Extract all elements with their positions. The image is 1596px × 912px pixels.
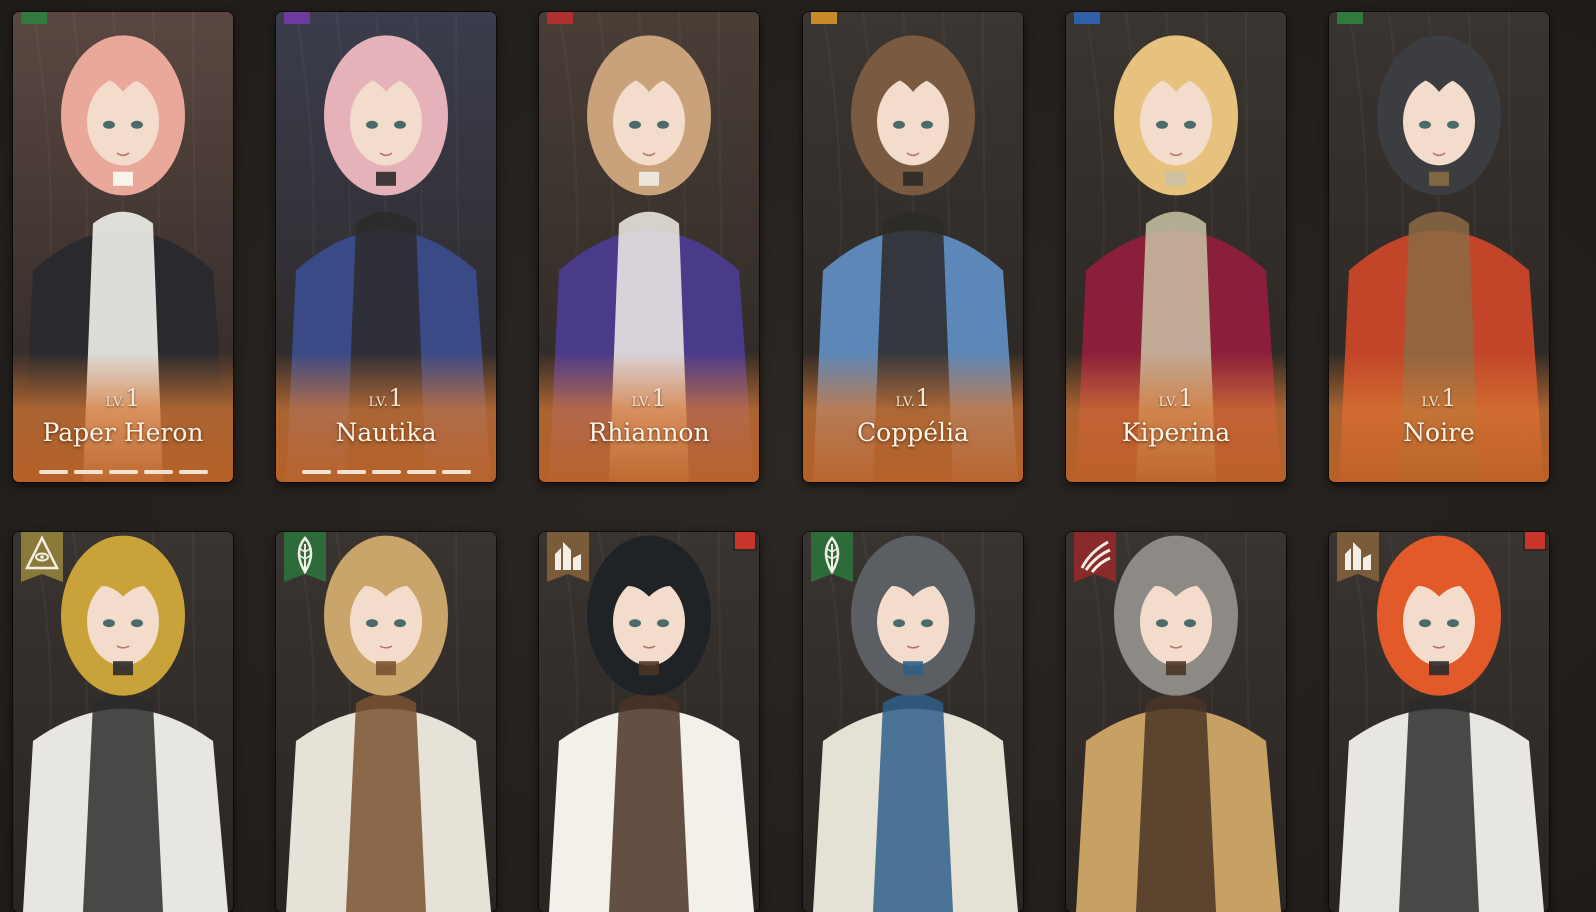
character-card[interactable]: [803, 532, 1023, 912]
card-gradient: [1066, 352, 1286, 482]
character-name: Noire: [1403, 418, 1475, 447]
element-flag-icon: [1337, 12, 1363, 24]
character-card[interactable]: LV.1 Noire: [1329, 12, 1549, 482]
leaf-icon: [284, 532, 326, 590]
leaf-icon: [811, 532, 853, 590]
level-label: LV.: [105, 395, 126, 410]
character-card[interactable]: LV.1 Coppélia: [803, 12, 1023, 482]
insight-pip: [442, 470, 471, 474]
insight-pip: [74, 470, 103, 474]
level-label: LV.: [368, 395, 389, 410]
element-flag-icon: [811, 12, 837, 24]
element-flag-icon: [547, 12, 573, 24]
insight-pip: [407, 470, 436, 474]
character-grid: LV.1 Paper Heron LV.1 Nautika LV.1 Rhiannon LV…: [0, 0, 1596, 912]
character-name: Rhiannon: [588, 418, 710, 447]
insight-pip: [372, 470, 401, 474]
character-name: Paper Heron: [42, 418, 204, 447]
level-display: LV.1: [539, 384, 759, 412]
character-card[interactable]: [1329, 532, 1549, 912]
level-value: 1: [1441, 384, 1457, 412]
new-indicator: [735, 532, 755, 549]
ruins-icon: [1337, 532, 1379, 590]
element-flag-icon: [1074, 12, 1100, 24]
level-label: LV.: [1158, 395, 1179, 410]
level-display: LV.1: [803, 384, 1023, 412]
character-card[interactable]: [276, 532, 496, 912]
character-card[interactable]: [1066, 532, 1286, 912]
insight-pip: [302, 470, 331, 474]
insight-pip: [337, 470, 366, 474]
card-gradient: [13, 352, 233, 482]
level-value: 1: [651, 384, 667, 412]
level-display: LV.1: [276, 384, 496, 412]
ruins-icon: [547, 532, 589, 590]
claw-icon: [1074, 532, 1116, 590]
new-indicator: [1525, 532, 1545, 549]
character-name: Coppélia: [857, 418, 969, 447]
character-card[interactable]: LV.1 Kiperina: [1066, 12, 1286, 482]
character-card[interactable]: LV.1 Paper Heron: [13, 12, 233, 482]
insight-pip: [39, 470, 68, 474]
insight-pip: [144, 470, 173, 474]
level-label: LV.: [895, 395, 916, 410]
level-value: 1: [915, 384, 931, 412]
level-label: LV.: [631, 395, 652, 410]
level-display: LV.1: [1066, 384, 1286, 412]
card-gradient: [803, 352, 1023, 482]
level-display: LV.1: [13, 384, 233, 412]
level-value: 1: [388, 384, 404, 412]
character-card[interactable]: [539, 532, 759, 912]
element-flag-icon: [21, 12, 47, 24]
character-card[interactable]: LV.1 Nautika: [276, 12, 496, 482]
insight-pip: [109, 470, 138, 474]
insight-pips: [302, 470, 471, 474]
eye-pyramid-icon: [21, 532, 63, 590]
card-gradient: [539, 352, 759, 482]
level-value: 1: [125, 384, 141, 412]
card-gradient: [276, 352, 496, 482]
level-value: 1: [1178, 384, 1194, 412]
character-name: Nautika: [335, 418, 437, 447]
element-flag-icon: [284, 12, 310, 24]
character-card[interactable]: [13, 532, 233, 912]
level-display: LV.1: [1329, 384, 1549, 412]
insight-pip: [179, 470, 208, 474]
insight-pips: [39, 470, 208, 474]
character-name: Kiperina: [1121, 418, 1231, 447]
character-card[interactable]: LV.1 Rhiannon: [539, 12, 759, 482]
card-gradient: [1329, 352, 1549, 482]
level-label: LV.: [1421, 395, 1442, 410]
